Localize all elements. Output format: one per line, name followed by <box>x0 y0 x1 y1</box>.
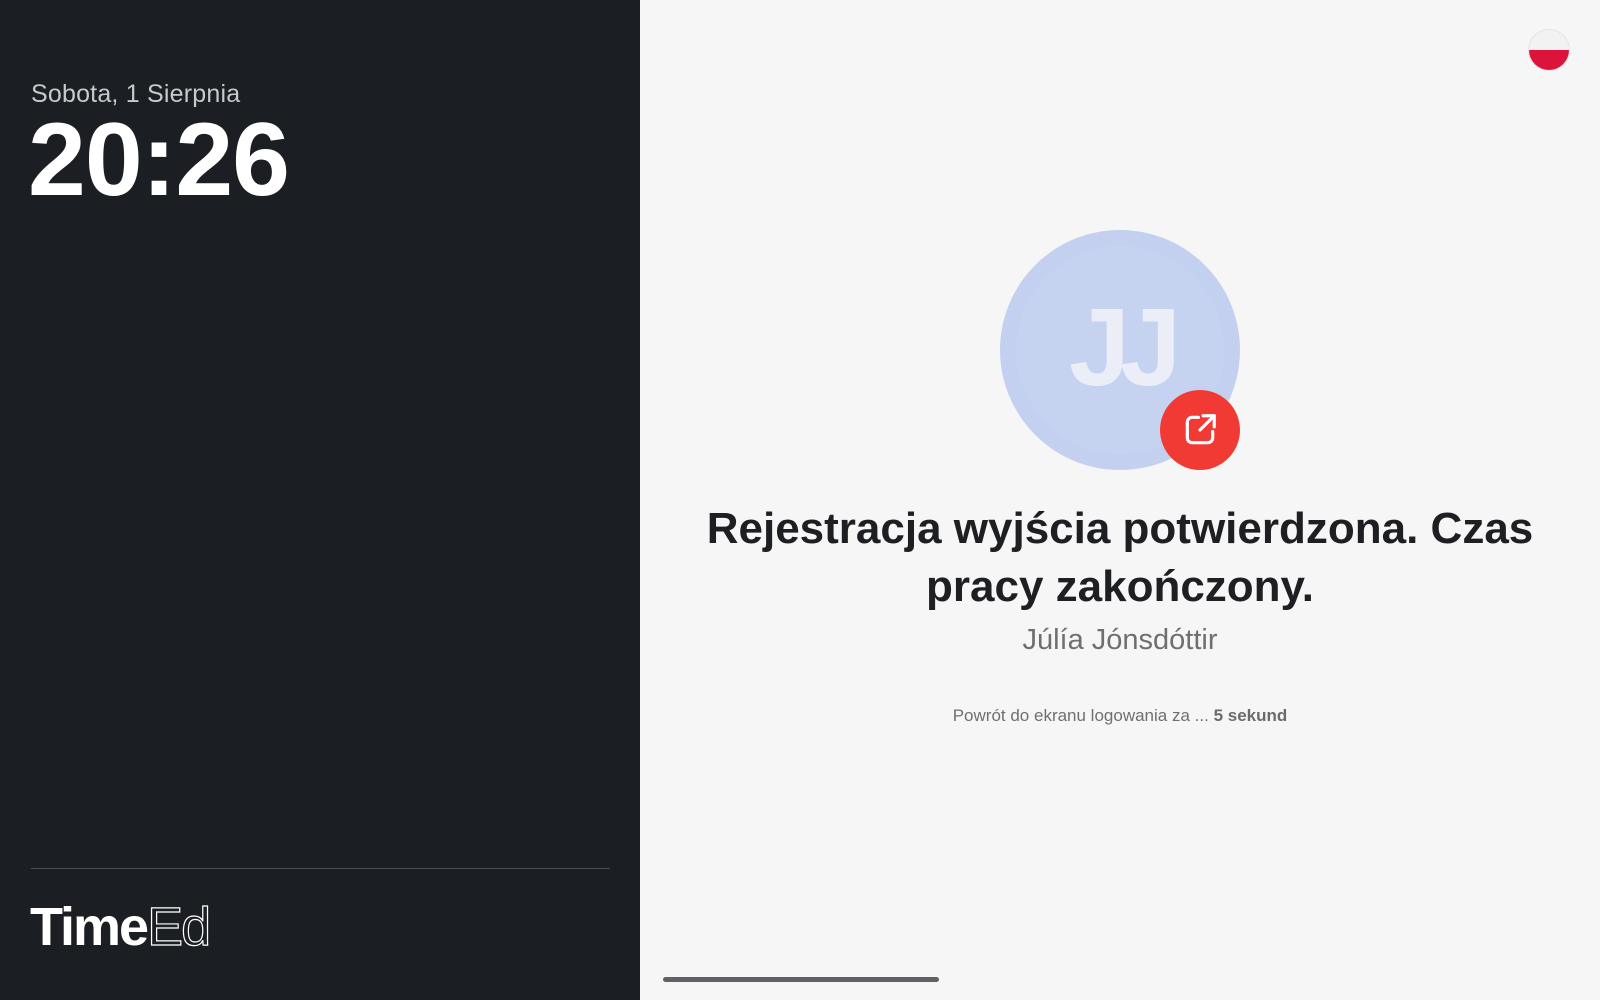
clock-out-badge <box>1160 390 1240 470</box>
current-time: 20:26 <box>28 102 290 218</box>
employee-name: Júlía Jónsdóttir <box>1022 624 1218 656</box>
logo-part-time: Time <box>30 897 149 957</box>
timeed-logo: TimeEd <box>30 897 212 957</box>
confirmation-panel: JJ Rejestracja wyjścia potwierdzona. Cza… <box>640 0 1600 1000</box>
flag-white-stripe <box>1529 30 1569 50</box>
kiosk-screen: Sobota, 1 Sierpnia 20:26 TimeEd JJ Rejes… <box>0 0 1600 1000</box>
countdown-value: 5 sekund <box>1213 706 1288 725</box>
user-avatar-group: JJ <box>1000 230 1240 470</box>
avatar-initials: JJ <box>1068 285 1181 409</box>
confirmation-title: Rejestracja wyjścia potwierdzona. Czas p… <box>706 504 1534 611</box>
home-indicator[interactable] <box>663 977 939 982</box>
countdown-prefix: Powrót do ekranu logowania za ... <box>952 706 1209 725</box>
sidebar-divider <box>31 868 610 869</box>
logo-part-ed: Ed <box>146 897 211 957</box>
flag-red-stripe <box>1529 50 1569 70</box>
external-link-icon <box>1185 414 1216 445</box>
poland-flag-icon[interactable] <box>1529 30 1569 70</box>
clock-sidebar: Sobota, 1 Sierpnia 20:26 TimeEd <box>0 0 640 1000</box>
redirect-countdown: Powrót do ekranu logowania za ... 5 seku… <box>680 706 1560 726</box>
